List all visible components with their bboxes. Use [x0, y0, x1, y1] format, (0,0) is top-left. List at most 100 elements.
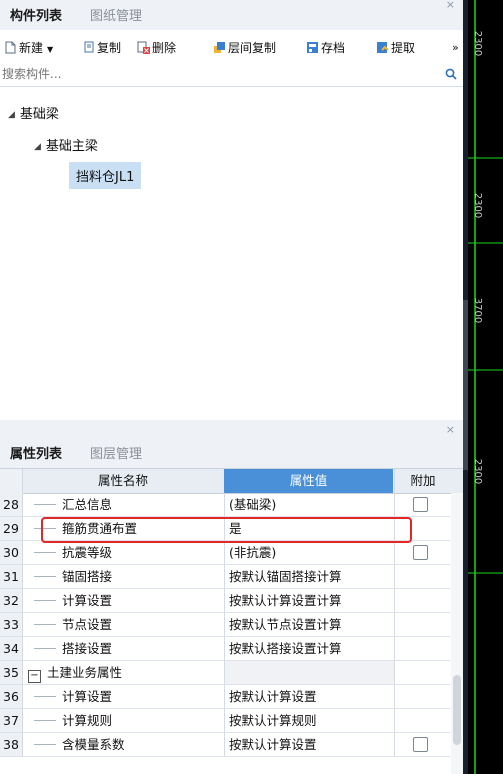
tree-node-foundation-beam[interactable]: ◢ 基础梁	[8, 103, 59, 122]
extra-checkbox[interactable]	[413, 497, 428, 512]
close-icon[interactable]: ×	[446, 0, 455, 11]
table-row[interactable]: 28 汇总信息 (基础梁)	[0, 493, 450, 517]
delete-label: 删除	[152, 41, 177, 55]
new-file-icon	[5, 41, 16, 54]
extra-cell	[394, 493, 451, 516]
table-row[interactable]: 30 抗震等级 (非抗震)	[0, 541, 450, 565]
table-row[interactable]: 38 含模量系数 按默认计算设置	[0, 733, 450, 757]
property-value[interactable]	[224, 661, 394, 684]
property-name-text: 计算设置	[62, 593, 113, 608]
header-property-value: 属性值	[224, 469, 393, 493]
property-grid-header: 属性名称 属性值 附加	[0, 469, 463, 494]
row-number: 33	[0, 613, 23, 636]
tab-component-list[interactable]: 构件列表	[6, 6, 66, 28]
property-value[interactable]: 按默认节点设置计算	[224, 613, 394, 636]
property-name: − 土建业务属性	[24, 661, 222, 684]
extract-icon	[377, 42, 389, 53]
component-toolbar: 新建 ▼ 复制 删除 层间复制 存档 提取 »	[0, 30, 463, 64]
top-tab-bar: 构件列表 图纸管理 ×	[0, 0, 463, 31]
row-number: 30	[0, 541, 23, 564]
tree-node-label: 基础主梁	[45, 139, 98, 154]
property-name-text: 锚固搭接	[62, 569, 113, 584]
copy-icon	[84, 41, 94, 53]
property-name-text: 汇总信息	[62, 497, 113, 512]
header-extra: 附加	[394, 469, 451, 493]
drawing-canvas[interactable]: 2300 2300 3700 2300	[463, 0, 503, 774]
row-number: 29	[0, 517, 23, 540]
bottom-tab-strip: 属性列表 图层管理	[0, 440, 463, 469]
property-value[interactable]: 按默认计算设置	[224, 733, 394, 756]
row-number: 35	[0, 661, 23, 684]
table-row[interactable]: 37 计算规则 按默认计算规则	[0, 709, 450, 733]
collapse-triangle-icon[interactable]: ◢	[34, 142, 41, 152]
tree-node-jl1[interactable]: 挡料仓JL1	[69, 162, 142, 189]
property-value[interactable]: (基础梁)	[224, 493, 394, 516]
tab-drawing-management[interactable]: 图纸管理	[86, 6, 146, 28]
floor-copy-label: 层间复制	[228, 41, 277, 55]
collapse-box-icon[interactable]: −	[28, 670, 41, 683]
extra-cell	[394, 541, 451, 564]
dimension-label: 3700	[472, 297, 484, 324]
tree-connector	[34, 552, 56, 553]
floor-copy-button[interactable]: 层间复制	[213, 39, 276, 57]
scrollbar-track[interactable]	[451, 493, 463, 774]
property-name-text: 节点设置	[62, 617, 113, 632]
tab-layer-management[interactable]: 图层管理	[86, 444, 146, 466]
property-value[interactable]: (非抗震)	[224, 541, 394, 564]
tree-connector	[34, 504, 56, 505]
tree-connector	[34, 744, 56, 745]
delete-button[interactable]: 删除	[137, 39, 176, 57]
scrollbar-thumb[interactable]	[453, 675, 461, 745]
close-icon[interactable]: ×	[446, 423, 455, 436]
new-button[interactable]: 新建 ▼	[4, 39, 53, 57]
table-row[interactable]: 34 搭接设置 按默认搭接设置计算	[0, 637, 450, 661]
search-input[interactable]	[2, 64, 422, 84]
row-number: 28	[0, 493, 23, 516]
header-property-name: 属性名称	[97, 473, 148, 488]
property-name-text: 计算规则	[62, 713, 113, 728]
table-row[interactable]: 32 计算设置 按默认计算设置计算	[0, 589, 450, 613]
collapse-triangle-icon[interactable]: ◢	[8, 110, 15, 120]
extra-checkbox[interactable]	[413, 545, 428, 560]
property-value[interactable]: 按默认计算规则	[224, 709, 394, 732]
search-icon[interactable]	[445, 68, 457, 80]
delete-icon	[137, 41, 150, 54]
tree-connector	[34, 624, 56, 625]
more-toolbar-icon[interactable]: »	[452, 39, 459, 57]
highlight-box	[41, 517, 412, 543]
extra-checkbox[interactable]	[413, 737, 428, 752]
archive-button[interactable]: 存档	[306, 39, 345, 57]
component-search	[0, 64, 463, 87]
tab-property-list[interactable]: 属性列表	[6, 444, 66, 466]
extra-cell	[394, 613, 451, 636]
tree-node-label: 基础梁	[19, 107, 59, 122]
extra-cell	[394, 589, 451, 612]
bottom-panel-topline	[0, 420, 463, 440]
extra-cell	[394, 685, 451, 708]
chevron-down-icon[interactable]: ▼	[47, 45, 53, 54]
table-row[interactable]: 35− 土建业务属性	[0, 661, 450, 685]
row-number: 37	[0, 709, 23, 732]
property-value[interactable]: 按默认锚固搭接计算	[224, 565, 394, 588]
bottom-tab-bar: × 属性列表 图层管理	[0, 420, 463, 469]
copy-label: 复制	[97, 41, 122, 55]
splitter-handle[interactable]	[463, 300, 468, 470]
table-row[interactable]: 33 节点设置 按默认节点设置计算	[0, 613, 450, 637]
header-num	[0, 469, 23, 493]
extract-button[interactable]: 提取	[376, 39, 415, 57]
property-name-text: 土建业务属性	[47, 665, 123, 680]
tree-node-main-foundation-beam[interactable]: ◢ 基础主梁	[34, 135, 98, 154]
property-value[interactable]: 按默认计算设置计算	[224, 589, 394, 612]
extra-cell	[394, 661, 451, 684]
table-row[interactable]: 31 锚固搭接 按默认锚固搭接计算	[0, 565, 450, 589]
extra-cell	[394, 637, 451, 660]
tree-connector	[34, 576, 56, 577]
property-value[interactable]: 按默认计算设置	[224, 685, 394, 708]
table-row[interactable]: 36 计算设置 按默认计算设置	[0, 685, 450, 709]
copy-button[interactable]: 复制	[82, 39, 121, 57]
tree-connector	[34, 696, 56, 697]
dimension-label: 2300	[472, 192, 484, 219]
property-name-text: 计算设置	[62, 689, 113, 704]
property-value[interactable]: 按默认搭接设置计算	[224, 637, 394, 660]
row-number: 38	[0, 733, 23, 756]
